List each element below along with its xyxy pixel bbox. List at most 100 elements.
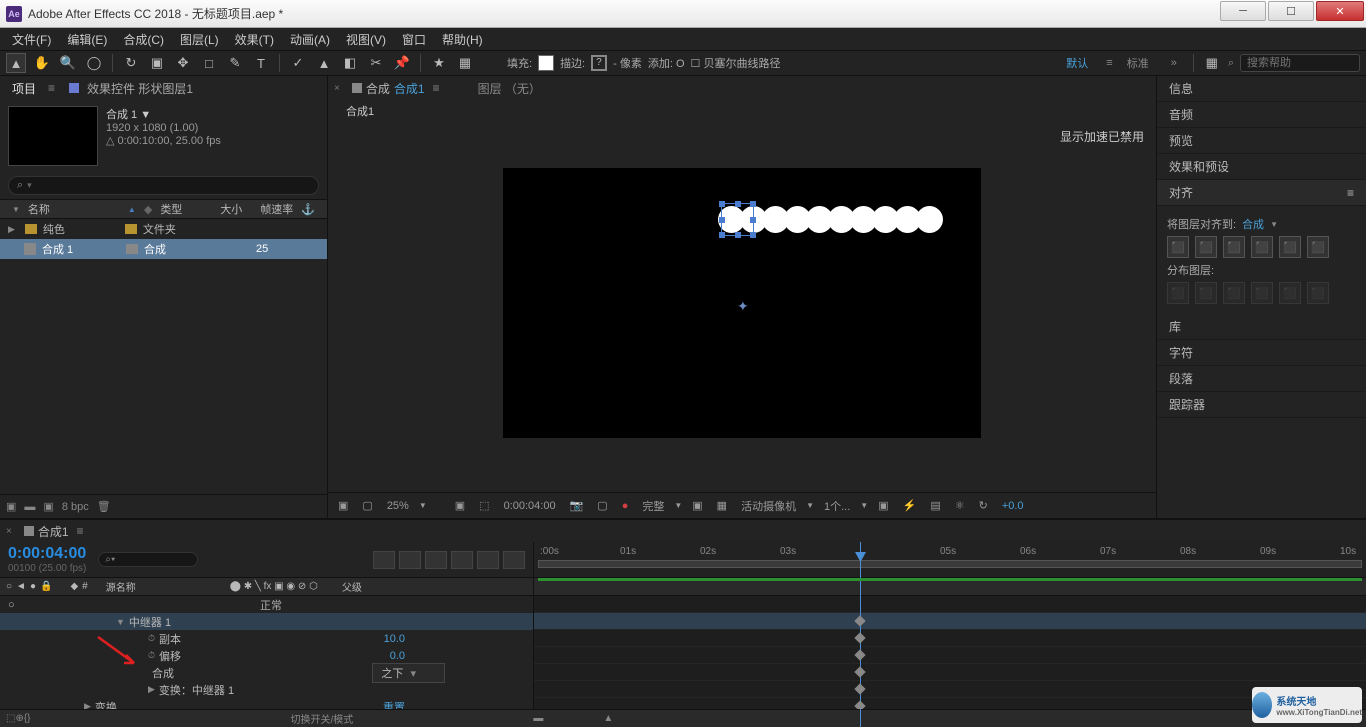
- pen-tool-icon[interactable]: ✎: [225, 53, 245, 73]
- timeline-tracks[interactable]: [534, 596, 1366, 709]
- timeline-icon[interactable]: ▤: [926, 499, 944, 512]
- eraser-tool-icon[interactable]: ◧: [340, 53, 360, 73]
- panel-menu-icon[interactable]: ≡: [433, 81, 440, 95]
- workspace-grid-icon[interactable]: ▦: [1202, 53, 1222, 73]
- menu-effect[interactable]: 效果(T): [227, 29, 282, 50]
- toggle-switches-icon[interactable]: ⬚: [6, 713, 15, 724]
- solo-col-icon[interactable]: ●: [30, 581, 36, 592]
- menu-window[interactable]: 窗口: [394, 29, 434, 50]
- hamburger-icon[interactable]: ≡: [1106, 57, 1112, 69]
- workspace-more-icon[interactable]: »: [1163, 57, 1185, 69]
- draft-icon[interactable]: ▣: [334, 499, 352, 512]
- maximize-button[interactable]: ☐: [1268, 1, 1314, 21]
- zoom-dropdown[interactable]: 25%: [383, 500, 413, 512]
- zoom-handle-icon[interactable]: ▲: [603, 713, 613, 724]
- toggle-mask-icon[interactable]: ⬚: [475, 499, 493, 512]
- exposure-value[interactable]: +0.0: [998, 500, 1028, 512]
- puppet-tool-icon[interactable]: 📌: [392, 53, 412, 73]
- dropdown-icon[interactable]: ▼: [8, 205, 24, 214]
- repeater-row[interactable]: ▼ 中继器 1: [0, 613, 533, 630]
- menu-animation[interactable]: 动画(A): [282, 29, 338, 50]
- hand-tool-icon[interactable]: ✋: [32, 53, 52, 73]
- text-tool-icon[interactable]: T: [251, 53, 271, 73]
- effect-controls-tab[interactable]: 效果控件 形状图层1: [81, 77, 199, 100]
- orbit-tool-icon[interactable]: ◯: [84, 53, 104, 73]
- fill-swatch[interactable]: [538, 55, 554, 71]
- transparency-icon[interactable]: ▦: [713, 499, 731, 512]
- offset-value[interactable]: 0.0: [390, 650, 405, 662]
- snapshot-icon[interactable]: 📷: [566, 499, 588, 512]
- layer-row[interactable]: ○ 正常: [0, 596, 533, 613]
- work-area-bar[interactable]: [538, 560, 1362, 568]
- trash-icon[interactable]: 🗑: [97, 500, 111, 513]
- label-col-icon[interactable]: ◆: [70, 581, 78, 592]
- stamp-tool-icon[interactable]: ▲: [314, 53, 334, 73]
- audio-col-icon[interactable]: ◄: [16, 581, 26, 592]
- canvas[interactable]: ✦: [503, 168, 981, 438]
- reset-exp-icon[interactable]: ↻: [975, 499, 992, 512]
- menu-edit[interactable]: 编辑(E): [59, 29, 115, 50]
- graph-editor-icon[interactable]: [503, 551, 525, 569]
- dropdown-icon[interactable]: ▼: [674, 501, 682, 510]
- pixel-aspect-icon[interactable]: ▣: [874, 499, 892, 512]
- new-comp-icon[interactable]: ▣: [43, 500, 53, 513]
- selection-box[interactable]: [721, 203, 754, 236]
- composite-dropdown[interactable]: 之下 ▾: [372, 663, 445, 683]
- align-top-icon[interactable]: ⬛: [1251, 236, 1273, 258]
- new-folder-icon[interactable]: ▬: [24, 501, 35, 513]
- panel-audio[interactable]: 音频: [1157, 102, 1366, 128]
- star-icon[interactable]: ★: [429, 53, 449, 73]
- roi-icon[interactable]: ▣: [688, 499, 706, 512]
- toggle-modes-icon[interactable]: ⊕: [15, 713, 23, 724]
- copies-value[interactable]: 10.0: [384, 633, 405, 645]
- selection-tool-icon[interactable]: ▲: [6, 53, 26, 73]
- toggle-alpha-icon[interactable]: ▣: [451, 499, 469, 512]
- triangle-down-icon[interactable]: ▼: [116, 617, 125, 627]
- dropdown-icon[interactable]: ▼: [419, 501, 427, 510]
- panel-preview[interactable]: 预览: [1157, 128, 1366, 154]
- dropdown-icon[interactable]: ▼: [806, 501, 814, 510]
- lock-col-icon[interactable]: 🔒: [40, 581, 52, 592]
- project-search[interactable]: ⌕▾: [8, 176, 319, 195]
- views-dropdown[interactable]: 1个...: [820, 498, 854, 514]
- toggle-switches-label[interactable]: 切换开关/模式: [291, 711, 354, 726]
- eye-col-icon[interactable]: ○: [6, 581, 12, 592]
- menu-view[interactable]: 视图(V): [338, 29, 394, 50]
- rect-tool-icon[interactable]: □: [199, 53, 219, 73]
- transform-row[interactable]: ▶ 变换 重置: [0, 698, 533, 709]
- brush-tool-icon[interactable]: ✓: [288, 53, 308, 73]
- col-size[interactable]: 大小: [216, 201, 256, 217]
- triangle-right-icon[interactable]: ▶: [8, 224, 15, 235]
- align-hcenter-icon[interactable]: ⬛: [1195, 236, 1217, 258]
- draft3d-icon[interactable]: [399, 551, 421, 569]
- zoom-tool-icon[interactable]: 🔍: [58, 53, 78, 73]
- grid-icon[interactable]: ▦: [455, 53, 475, 73]
- panel-menu-icon[interactable]: ≡: [48, 81, 55, 95]
- copies-row[interactable]: ⏱ 副本 10.0: [0, 630, 533, 647]
- motion-blur-icon[interactable]: [477, 551, 499, 569]
- panel-menu-icon[interactable]: ≡: [1347, 186, 1354, 200]
- panel-paragraph[interactable]: 段落: [1157, 366, 1366, 392]
- sort-icon[interactable]: ▲: [124, 205, 140, 214]
- panel-align[interactable]: 对齐≡: [1157, 180, 1366, 206]
- source-name-col[interactable]: 源名称: [106, 579, 136, 594]
- anchor-point-icon[interactable]: ✦: [737, 298, 749, 315]
- align-bottom-icon[interactable]: ⬛: [1307, 236, 1329, 258]
- project-tab[interactable]: 项目: [6, 77, 42, 100]
- align-right-icon[interactable]: ⬛: [1223, 236, 1245, 258]
- layer-tab[interactable]: 图层 （无）: [478, 80, 541, 97]
- blend-mode[interactable]: 正常: [260, 597, 282, 613]
- channel-icon[interactable]: ●: [618, 500, 633, 512]
- parent-col[interactable]: 父级: [342, 579, 362, 594]
- menu-composition[interactable]: 合成(C): [115, 29, 172, 50]
- comp-flow-icon[interactable]: ⚛: [951, 499, 969, 512]
- offset-row[interactable]: ⏱ 偏移 0.0: [0, 647, 533, 664]
- menu-layer[interactable]: 图层(L): [172, 29, 227, 50]
- composite-row[interactable]: 合成 之下 ▾: [0, 664, 533, 681]
- fast-preview-icon[interactable]: ⚡: [899, 499, 921, 512]
- panel-menu-icon[interactable]: ≡: [77, 524, 84, 538]
- zoom-out-icon[interactable]: ▬: [533, 713, 543, 724]
- timeline-ruler[interactable]: :00s01s02s03s05s06s07s08s09s10s: [534, 542, 1366, 577]
- transform-repeater-row[interactable]: ▶ 变换：中继器 1: [0, 681, 533, 698]
- close-button[interactable]: ✕: [1316, 1, 1364, 21]
